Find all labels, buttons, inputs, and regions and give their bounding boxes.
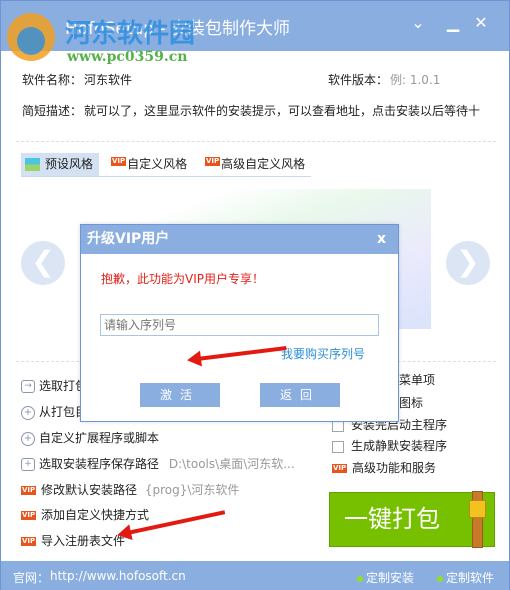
footer: 官网： http://www.hofosoft.cn 定制安装 定制软件 bbox=[1, 561, 509, 590]
item-label: 自定义扩展程序或脚本 bbox=[39, 431, 160, 445]
desc-field[interactable]: 就可以了，这里显示软件的安装提示，可以查看地址，点击安装以后等待十 bbox=[84, 102, 480, 119]
desc-label: 简短描述： bbox=[22, 104, 83, 118]
dialog-close-button[interactable]: x bbox=[377, 225, 386, 254]
link-label: 定制安装 bbox=[366, 571, 415, 585]
select-save-path[interactable]: + 选取安装程序保存路径 D:\tools\桌面\河东软... bbox=[21, 456, 295, 472]
install-path-value: {prog}\河东软件 bbox=[144, 483, 240, 497]
dropdown-button[interactable]: ⌄ bbox=[407, 13, 429, 32]
custom-install-link[interactable]: 定制安装 bbox=[357, 569, 414, 586]
plus-circle-icon: + bbox=[21, 431, 35, 446]
plus-circle-icon: + bbox=[21, 405, 35, 420]
folder-plus-icon: + bbox=[21, 458, 35, 471]
save-path-value: D:\tools\桌面\河东软... bbox=[168, 457, 295, 471]
buy-serial-link[interactable]: 我要购买序列号 bbox=[281, 345, 365, 362]
grid-icon bbox=[25, 158, 40, 171]
item-label: 选取安装程序保存路径 bbox=[39, 457, 160, 471]
advanced-services[interactable]: VIP 高级功能和服务 bbox=[332, 460, 436, 476]
version-field[interactable]: 例: 1.0.1 bbox=[390, 71, 440, 88]
change-install-path[interactable]: VIP 修改默认安装路径 {prog}\河东软件 bbox=[21, 482, 239, 498]
tab-custom-style[interactable]: VIP 自定义风格 bbox=[111, 153, 187, 176]
add-custom-shortcut[interactable]: VIP 添加自定义快捷方式 bbox=[21, 507, 149, 523]
vip-icon: VIP bbox=[21, 537, 37, 546]
style-tabs: 预设风格 VIP 自定义风格 VIP 高级自定义风格 bbox=[21, 153, 311, 177]
custom-software-link[interactable]: 定制软件 bbox=[437, 569, 494, 586]
menu-item-option[interactable]: 菜单项 bbox=[399, 372, 435, 388]
upgrade-vip-dialog: 升级VIP用户 x 抱歉，此功能为VIP用户专享！ 我要购买序列号 激活 返回 bbox=[80, 224, 399, 422]
site-link[interactable]: http://www.hofosoft.cn bbox=[50, 569, 186, 583]
close-button[interactable]: ✕ bbox=[470, 13, 492, 32]
dot-icon bbox=[437, 575, 443, 582]
tab-advanced-style[interactable]: VIP 高级自定义风格 bbox=[205, 153, 305, 176]
dialog-title: 升级VIP用户 bbox=[87, 231, 170, 247]
vip-icon: VIP bbox=[205, 157, 221, 166]
custom-extension-script[interactable]: + 自定义扩展程序或脚本 bbox=[21, 430, 159, 446]
divider bbox=[16, 141, 496, 142]
item-label: 菜单项 bbox=[399, 373, 436, 387]
next-style-button[interactable]: ❯ bbox=[446, 241, 490, 285]
item-label: 高级功能和服务 bbox=[351, 461, 436, 475]
vip-icon: VIP bbox=[111, 157, 127, 166]
vip-icon: VIP bbox=[21, 486, 37, 495]
tab-label: 自定义风格 bbox=[127, 157, 188, 171]
watermark: 河东软件园 bbox=[65, 19, 196, 49]
item-label: 添加自定义快捷方式 bbox=[40, 508, 149, 522]
item-label: 修改默认安装路径 bbox=[40, 483, 137, 497]
serial-input[interactable] bbox=[100, 314, 379, 336]
prev-style-button[interactable]: ❮ bbox=[21, 241, 65, 285]
version-label: 软件版本： bbox=[328, 73, 389, 87]
tab-label: 预设风格 bbox=[45, 157, 94, 171]
dialog-title-bar: 升级VIP用户 x bbox=[81, 225, 398, 254]
vip-only-message: 抱歉，此功能为VIP用户专享！ bbox=[101, 272, 264, 286]
checkbox[interactable] bbox=[332, 440, 344, 453]
item-label: 导入注册表文件 bbox=[40, 534, 125, 548]
item-label: 图标 bbox=[399, 396, 424, 410]
watermark-url: www.pc0359.cn bbox=[67, 49, 188, 65]
name-label: 软件名称： bbox=[22, 73, 83, 87]
site-label: 官网： bbox=[13, 571, 50, 585]
link-label: 定制软件 bbox=[446, 571, 495, 585]
tab-preset-style[interactable]: 预设风格 bbox=[21, 153, 100, 176]
activate-button[interactable]: 激活 bbox=[140, 383, 220, 407]
folder-arrow-icon: → bbox=[21, 380, 35, 393]
vip-icon: VIP bbox=[21, 511, 37, 520]
tab-label: 高级自定义风格 bbox=[221, 157, 306, 171]
icon-option[interactable]: 图标 bbox=[399, 395, 423, 411]
watermark-logo-icon bbox=[7, 13, 55, 61]
main-window: HofoSetup - 安装包制作大师 ⌄ ▁ ✕ 河东软件园 www.pc03… bbox=[0, 0, 510, 590]
item-label: 生成静默安装程序 bbox=[351, 439, 448, 453]
import-registry-file[interactable]: VIP 导入注册表文件 bbox=[21, 533, 125, 549]
dot-icon bbox=[357, 575, 363, 582]
vip-icon: VIP bbox=[332, 464, 348, 473]
minimize-button[interactable]: ▁ bbox=[442, 13, 464, 32]
silent-install-checkbox[interactable]: 生成静默安装程序 bbox=[332, 438, 447, 454]
name-field[interactable]: 河东软件 bbox=[84, 71, 132, 88]
buckle-icon bbox=[469, 500, 486, 518]
back-button[interactable]: 返回 bbox=[260, 383, 340, 407]
